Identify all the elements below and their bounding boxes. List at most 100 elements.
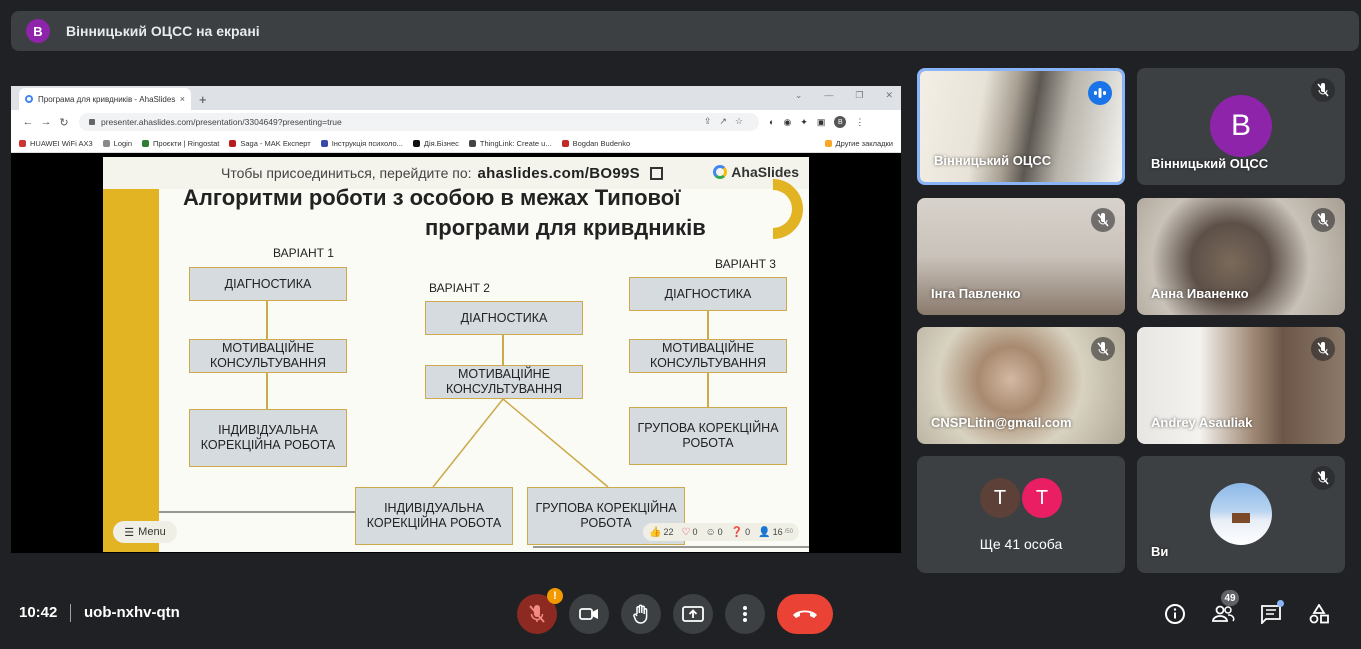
participant-tile[interactable]: CNSPLitin@gmail.com — [917, 327, 1125, 444]
bookmark-favicon-icon — [229, 139, 237, 147]
lock-icon — [89, 119, 95, 125]
v1-diagnostics-box: ДІАГНОСТИКА — [189, 267, 347, 301]
other-participant-avatar: Т — [980, 478, 1020, 518]
people-button[interactable]: 49 — [1211, 590, 1239, 626]
activities-button[interactable] — [1307, 602, 1331, 626]
restore-icon[interactable]: ❐ — [855, 90, 863, 101]
variant-2-label: ВАРІАНТ 2 — [429, 281, 490, 295]
microphone-button[interactable]: ! — [517, 588, 563, 634]
participant-name: Andrey Asauliak — [1151, 415, 1253, 430]
bookmark-favicon-icon — [19, 139, 26, 147]
folder-icon — [824, 140, 832, 147]
mic-off-icon — [529, 605, 545, 623]
browser-toolbar: ← → ↻ presenter.ahaslides.com/presentati… — [11, 110, 901, 134]
close-icon[interactable]: ✕ — [885, 90, 893, 101]
speaking-indicator-icon — [1088, 81, 1112, 105]
chevron-down-icon[interactable]: ⌄ — [795, 90, 803, 101]
minimize-icon[interactable]: — — [824, 90, 833, 101]
tab-title: Програма для кривдників - AhaSlides — [38, 94, 176, 104]
people-count-badge: 49 — [1221, 590, 1239, 606]
divider — [70, 604, 71, 622]
bookmarks-bar: HUAWEI WiFi AX3 Login Проєкти | Ringosta… — [11, 134, 901, 153]
participant-name: CNSPLitin@gmail.com — [931, 415, 1072, 430]
info-icon — [1165, 604, 1185, 624]
camera-button[interactable] — [569, 594, 609, 634]
mic-off-icon — [1091, 337, 1115, 361]
bookmark-item[interactable]: Проєкти | Ringostat — [142, 139, 219, 148]
laugh-icon: ☺ — [705, 526, 716, 538]
bookmark-item[interactable]: Saga - MAK Експерт — [229, 139, 311, 148]
variant-1-label: ВАРІАНТ 1 — [273, 246, 334, 260]
participant-tile[interactable]: Вінницький ОЦСС — [917, 68, 1125, 185]
variant-3-label: ВАРІАНТ 3 — [715, 257, 776, 271]
participant-tile[interactable]: Анна Иваненко — [1137, 198, 1345, 315]
presenting-title: Вінницький ОЦСС на екрані — [66, 23, 260, 39]
back-icon[interactable]: ← — [19, 116, 37, 128]
extension-icon[interactable]: ◉ — [783, 117, 791, 128]
hamburger-icon: ☰ — [124, 526, 135, 539]
presenter-avatar: В — [26, 19, 50, 43]
bookmark-item[interactable]: Інструкція психоло... — [320, 139, 403, 148]
browser-tab[interactable]: Програма для кривдників - AhaSlides × — [19, 88, 191, 110]
forward-icon[interactable]: → — [37, 116, 55, 128]
camera-icon — [579, 608, 598, 620]
others-tile[interactable]: Т Т Ще 41 особа — [917, 456, 1125, 573]
profile-avatar[interactable]: B — [834, 116, 847, 128]
present-screen-icon — [682, 606, 704, 622]
like-reaction: 👍 22 — [649, 526, 674, 538]
bookmark-item[interactable]: ThingLink: Create u... — [468, 139, 552, 148]
omnibox-icons[interactable]: ⇪↗☆ — [704, 116, 751, 127]
participant-tile[interactable]: Andrey Asauliak — [1137, 327, 1345, 444]
chat-icon — [1261, 605, 1281, 624]
reactions-bar: 👍 22 ♡ 0 ☺ 0 ❓ 0 👤 16/50 — [643, 523, 799, 541]
bookmark-favicon-icon — [142, 139, 150, 147]
bookmark-favicon-icon — [320, 139, 328, 147]
participant-name: Анна Иваненко — [1151, 286, 1249, 301]
bookmark-item[interactable]: Дія.Бізнес — [412, 139, 459, 148]
raise-hand-button[interactable] — [621, 594, 661, 634]
mic-off-icon — [1311, 337, 1335, 361]
extension-icon[interactable]: ◐ — [769, 117, 774, 127]
slide-menu-button[interactable]: ☰ Menu — [113, 521, 177, 543]
puzzle-icon[interactable]: ✦ — [800, 117, 808, 128]
bookmark-item[interactable]: HUAWEI WiFi AX3 — [19, 139, 93, 148]
bookmark-item[interactable]: Bogdan Budenko — [561, 139, 630, 148]
new-tab-button[interactable]: + — [199, 92, 207, 107]
other-bookmarks[interactable]: Другие закладки — [824, 139, 893, 148]
participant-tile[interactable]: Інга Павленко — [917, 198, 1125, 315]
question-count: ❓ 0 — [730, 526, 751, 538]
mic-off-icon — [1091, 208, 1115, 232]
participant-name: Вінницький ОЦСС — [934, 153, 1052, 168]
url-text: presenter.ahaslides.com/presentation/330… — [101, 117, 342, 127]
chat-button[interactable] — [1259, 600, 1284, 626]
self-avatar — [1210, 483, 1272, 545]
kebab-menu-icon[interactable]: ⋮ — [855, 117, 864, 128]
activities-icon — [1309, 604, 1329, 624]
mic-off-icon — [1311, 208, 1335, 232]
participant-avatar: В — [1210, 95, 1272, 157]
new-message-dot — [1277, 600, 1284, 607]
present-button[interactable] — [673, 594, 713, 634]
tab-close-icon[interactable]: × — [180, 94, 185, 104]
mic-off-icon — [1311, 466, 1335, 490]
address-bar[interactable]: presenter.ahaslides.com/presentation/330… — [79, 113, 759, 131]
bookmark-favicon-icon — [468, 139, 476, 147]
sidepanel-icon[interactable]: ▣ — [817, 117, 826, 128]
bookmark-item[interactable]: Login — [102, 139, 132, 148]
self-tile[interactable]: Ви — [1137, 456, 1345, 573]
audience-count: 👤 16/50 — [758, 526, 793, 538]
avatar-house-graphic — [1232, 513, 1250, 523]
heart-icon: ♡ — [681, 526, 691, 538]
reload-icon[interactable]: ↻ — [55, 116, 73, 129]
shared-screen: Програма для кривдників - AhaSlides × + … — [11, 86, 901, 553]
more-vert-icon — [743, 606, 747, 622]
participant-tile[interactable]: В Вінницький ОЦСС — [1137, 68, 1345, 185]
more-options-button[interactable] — [725, 594, 765, 634]
others-count-label: Ще 41 особа — [979, 536, 1063, 552]
self-name: Ви — [1151, 544, 1169, 559]
bookmark-favicon-icon — [102, 139, 110, 147]
leave-call-button[interactable] — [777, 594, 833, 634]
meeting-details-button[interactable] — [1163, 602, 1187, 626]
raise-hand-icon — [633, 604, 648, 624]
clock: 10:42 — [19, 604, 58, 621]
